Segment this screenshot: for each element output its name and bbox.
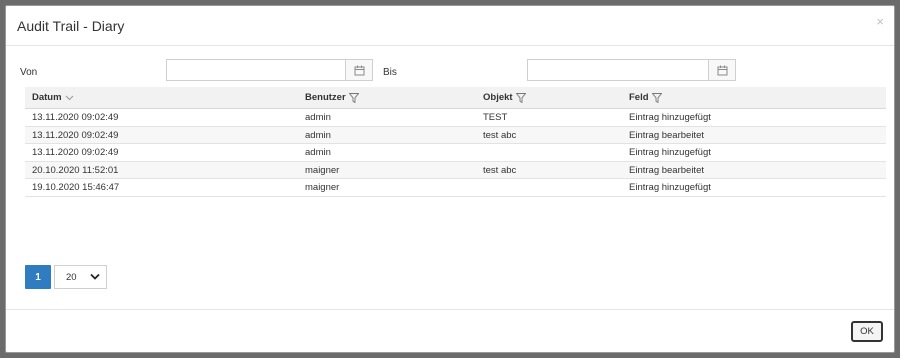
page-size-value: 20 <box>66 272 77 283</box>
filter-icon[interactable] <box>348 93 359 103</box>
cell-feld: Eintrag hinzugefügt <box>629 112 711 123</box>
cell-benutzer: admin <box>305 129 331 141</box>
table-row[interactable]: 13.11.2020 09:02:49 admin Eintrag hinzug… <box>25 144 886 162</box>
audit-table: Datum Benutzer Objekt Feld 13.11.2020 09… <box>25 87 886 197</box>
cell-datum: 13.11.2020 09:02:49 <box>32 112 119 123</box>
from-label: Von <box>20 67 38 78</box>
page-size-select[interactable]: 20 <box>54 265 107 289</box>
calendar-icon[interactable] <box>708 60 735 80</box>
chevron-down-icon <box>65 95 73 101</box>
cell-feld: Eintrag hinzugefügt <box>629 147 711 158</box>
column-header-feld[interactable]: Feld <box>629 87 662 109</box>
table-header: Datum Benutzer Objekt Feld <box>25 87 886 109</box>
dialog-footer-divider <box>6 309 894 310</box>
cell-objekt: test abc <box>483 164 517 176</box>
table-row[interactable]: 20.10.2020 11:52:01 maigner test abc Ein… <box>25 161 886 179</box>
cell-feld: Eintrag bearbeitet <box>629 129 704 141</box>
filter-icon[interactable] <box>515 93 526 103</box>
dialog-header: Audit Trail - Diary × <box>6 6 894 46</box>
cell-benutzer: admin <box>305 112 331 123</box>
column-header-datum[interactable]: Datum <box>32 87 74 109</box>
ok-button[interactable]: OK <box>851 321 883 342</box>
column-header-objekt[interactable]: Objekt <box>483 87 526 109</box>
chevron-down-icon <box>90 273 100 280</box>
cell-objekt: test abc <box>483 129 517 141</box>
calendar-icon[interactable] <box>345 60 372 80</box>
cell-datum: 13.11.2020 09:02:49 <box>32 129 119 141</box>
to-label: Bis <box>383 67 397 78</box>
column-header-benutzer[interactable]: Benutzer <box>305 87 359 109</box>
to-date-field <box>527 59 736 81</box>
audit-trail-dialog: Audit Trail - Diary × Von Bis Datum Benu… <box>5 5 895 353</box>
to-date-input[interactable] <box>528 60 708 80</box>
cell-benutzer: maigner <box>305 164 340 176</box>
cell-benutzer: maigner <box>305 182 340 193</box>
cell-objekt: TEST <box>483 112 508 123</box>
cell-feld: Eintrag hinzugefügt <box>629 182 711 193</box>
cell-datum: 13.11.2020 09:02:49 <box>32 147 119 158</box>
table-row[interactable]: 13.11.2020 09:02:49 admin TEST Eintrag h… <box>25 109 886 127</box>
dialog-title: Audit Trail - Diary <box>17 18 125 34</box>
close-icon[interactable]: × <box>876 15 884 29</box>
cell-datum: 20.10.2020 11:52:01 <box>32 164 119 176</box>
filter-icon[interactable] <box>651 93 662 103</box>
table-row[interactable]: 13.11.2020 09:02:49 admin test abc Eintr… <box>25 126 886 144</box>
from-date-input[interactable] <box>167 60 345 80</box>
cell-feld: Eintrag bearbeitet <box>629 164 704 176</box>
from-date-field <box>166 59 373 81</box>
page-button-current[interactable]: 1 <box>25 265 51 289</box>
table-row[interactable]: 19.10.2020 15:46:47 maigner Eintrag hinz… <box>25 179 886 197</box>
cell-benutzer: admin <box>305 147 331 158</box>
cell-datum: 19.10.2020 15:46:47 <box>32 182 120 193</box>
